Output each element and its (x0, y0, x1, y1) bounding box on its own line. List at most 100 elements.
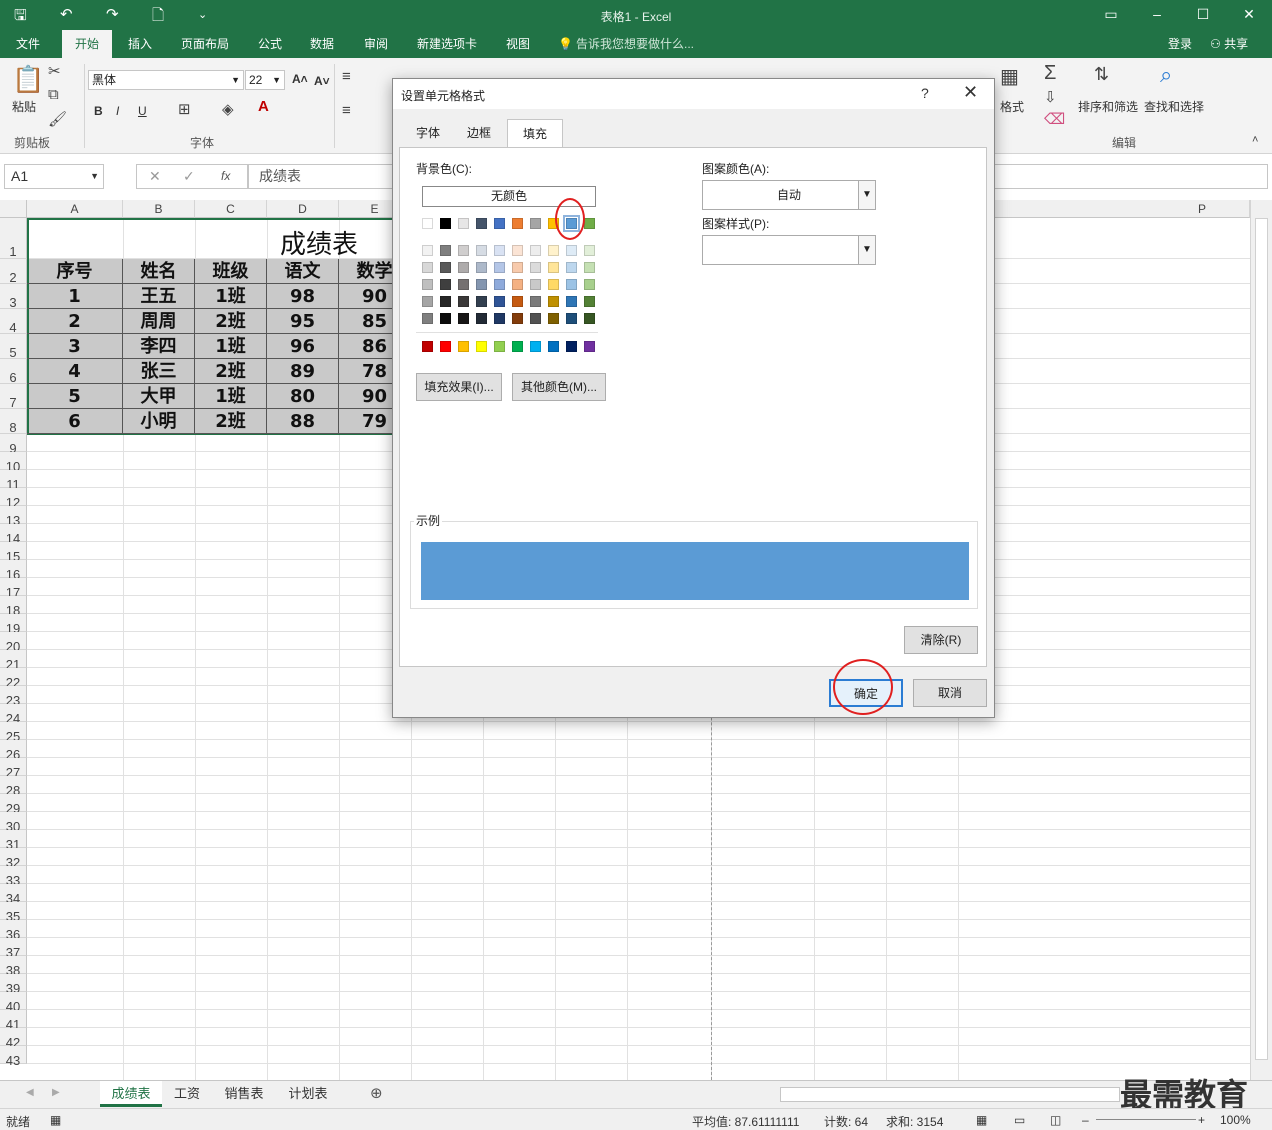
row-header[interactable]: 6 (0, 359, 27, 385)
row-header[interactable]: 35 (0, 902, 27, 924)
scroll-right-icon[interactable]: ▶ (52, 1087, 60, 1098)
borders-icon[interactable]: ⊞ (178, 100, 191, 118)
tint-color-swatch[interactable] (476, 313, 487, 324)
tint-color-swatch[interactable] (422, 313, 433, 324)
row-header[interactable]: 10 (0, 452, 27, 474)
table-cell[interactable]: 4 (27, 359, 123, 384)
tab-new-tab[interactable]: 新建选项卡 (408, 30, 486, 58)
tint-color-swatch[interactable] (440, 296, 451, 307)
vertical-scrollbar[interactable] (1250, 200, 1272, 1080)
tint-color-swatch[interactable] (548, 262, 559, 273)
table-header-cell[interactable]: 序号 (27, 259, 123, 284)
tint-color-swatch[interactable] (512, 279, 523, 290)
sign-in-link[interactable]: 登录 (1168, 30, 1192, 58)
tint-color-swatch[interactable] (494, 313, 505, 324)
table-cell[interactable]: 2班 (195, 409, 267, 434)
tab-page-layout[interactable]: 页面布局 (172, 30, 238, 58)
row-header[interactable]: 34 (0, 884, 27, 906)
clear-button[interactable]: 清除(R) (904, 626, 978, 654)
column-header[interactable]: B (123, 200, 195, 218)
sort-filter-icon[interactable]: ⇅ (1094, 64, 1109, 85)
theme-color-swatch[interactable] (530, 218, 541, 229)
tint-color-swatch[interactable] (440, 262, 451, 273)
tint-color-swatch[interactable] (422, 296, 433, 307)
row-header[interactable]: 28 (0, 776, 27, 798)
row-header[interactable]: 12 (0, 488, 27, 510)
align-left-icon[interactable]: ≡ (342, 102, 351, 119)
table-header-cell[interactable]: 语文 (267, 259, 339, 284)
paste-icon[interactable]: 📋 (12, 64, 44, 95)
row-header[interactable]: 4 (0, 309, 27, 335)
row-header[interactable]: 26 (0, 740, 27, 762)
close-window-icon[interactable]: ✕ (1234, 6, 1264, 23)
tint-color-swatch[interactable] (530, 313, 541, 324)
row-header[interactable]: 9 (0, 434, 27, 456)
select-all-corner[interactable] (0, 200, 27, 218)
tab-fill[interactable]: 填充 (507, 119, 563, 149)
table-cell[interactable]: 98 (267, 284, 339, 309)
row-header[interactable]: 11 (0, 470, 27, 492)
tint-color-swatch[interactable] (422, 262, 433, 273)
tint-color-swatch[interactable] (530, 296, 541, 307)
table-cell[interactable]: 6 (27, 409, 123, 434)
tint-color-swatch[interactable] (458, 313, 469, 324)
theme-color-swatch[interactable] (476, 218, 487, 229)
theme-color-swatch[interactable] (584, 218, 595, 229)
tint-color-swatch[interactable] (458, 279, 469, 290)
column-header[interactable]: A (27, 200, 123, 218)
close-icon[interactable]: ✕ (963, 82, 978, 103)
tint-color-swatch[interactable] (584, 262, 595, 273)
tint-color-swatch[interactable] (512, 245, 523, 256)
tint-color-swatch[interactable] (584, 296, 595, 307)
row-header[interactable]: 25 (0, 722, 27, 744)
row-header[interactable]: 3 (0, 284, 27, 310)
table-cell[interactable]: 大甲 (123, 384, 195, 409)
table-cell[interactable]: 2 (27, 309, 123, 334)
row-header[interactable]: 29 (0, 794, 27, 816)
bold-button[interactable]: B (94, 104, 103, 118)
table-cell[interactable]: 89 (267, 359, 339, 384)
zoom-out-icon[interactable]: – (1082, 1113, 1089, 1127)
tint-color-swatch[interactable] (530, 245, 541, 256)
row-header[interactable]: 40 (0, 992, 27, 1014)
pattern-style-select[interactable]: ▼ (702, 235, 876, 265)
row-header[interactable]: 7 (0, 384, 27, 410)
tint-color-swatch[interactable] (458, 296, 469, 307)
underline-button[interactable]: U (138, 104, 147, 118)
tint-color-swatch[interactable] (512, 262, 523, 273)
table-header-cell[interactable]: 班级 (195, 259, 267, 284)
standard-color-swatch[interactable] (440, 341, 451, 352)
row-header[interactable]: 1 (0, 218, 27, 259)
cancel-entry-icon[interactable]: ✕ (149, 168, 161, 185)
table-cell[interactable]: 张三 (123, 359, 195, 384)
row-header[interactable]: 17 (0, 578, 27, 600)
insert-function-icon[interactable]: fx (221, 169, 230, 183)
theme-color-swatch[interactable] (440, 218, 451, 229)
row-header[interactable]: 30 (0, 812, 27, 834)
table-cell[interactable]: 李四 (123, 334, 195, 359)
fill-color-icon[interactable]: ◈ (222, 100, 234, 118)
tint-color-swatch[interactable] (584, 279, 595, 290)
table-cell[interactable]: 小明 (123, 409, 195, 434)
theme-color-swatch[interactable] (494, 218, 505, 229)
format-button[interactable]: 格式 (1000, 98, 1024, 115)
column-header[interactable]: P (958, 200, 1250, 218)
tint-color-swatch[interactable] (422, 279, 433, 290)
fill-effects-button[interactable]: 填充效果(I)... (416, 373, 502, 401)
table-cell[interactable]: 1班 (195, 334, 267, 359)
column-header[interactable]: D (267, 200, 339, 218)
tab-data[interactable]: 数据 (300, 30, 344, 58)
table-cell[interactable]: 80 (267, 384, 339, 409)
table-cell[interactable]: 2班 (195, 359, 267, 384)
row-header[interactable]: 33 (0, 866, 27, 888)
table-cell[interactable]: 3 (27, 334, 123, 359)
row-header[interactable]: 8 (0, 409, 27, 435)
row-header[interactable]: 31 (0, 830, 27, 852)
font-name-select[interactable]: 黑体 ▼ (88, 70, 244, 90)
share-button[interactable]: ⚇ 共享 (1210, 30, 1248, 58)
shrink-font-icon[interactable]: A˅ (314, 74, 330, 88)
standard-color-swatch[interactable] (494, 341, 505, 352)
zoom-level[interactable]: 100% (1220, 1113, 1251, 1127)
row-header[interactable]: 13 (0, 506, 27, 528)
tab-font[interactable]: 字体 (405, 119, 451, 147)
